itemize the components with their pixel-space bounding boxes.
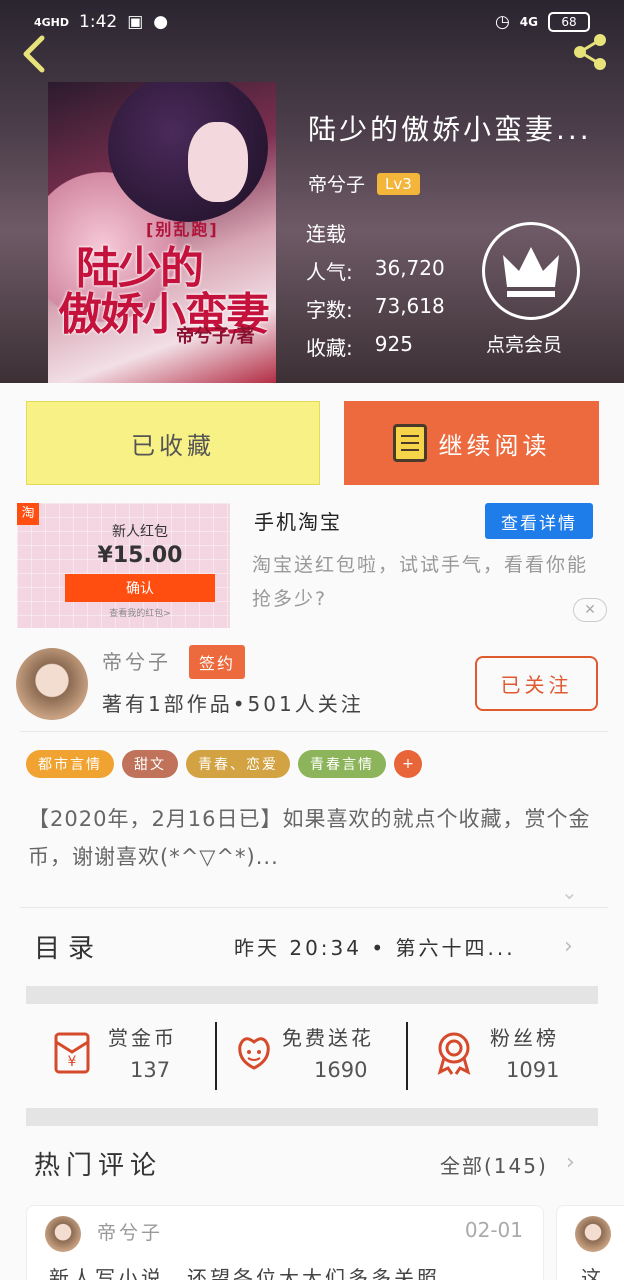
clock: 1:42	[79, 12, 118, 32]
tag-chip[interactable]: 都市言情	[26, 750, 114, 778]
member-label[interactable]: 点亮会员	[486, 330, 562, 357]
share-button[interactable]	[568, 30, 612, 74]
commenter-avatar[interactable]	[45, 1216, 81, 1252]
collected-button[interactable]: 已收藏	[26, 401, 320, 485]
red-packet-card: 新人红包 ¥15.00 确认 查看我的红包>	[65, 521, 215, 619]
all-comments-link[interactable]: 全部(145)	[440, 1150, 548, 1179]
divider	[20, 907, 608, 908]
share-icon	[574, 34, 606, 70]
tag-chip[interactable]: 青春言情	[298, 750, 386, 778]
alarm-icon: ◷	[494, 12, 510, 32]
catalog-label[interactable]: 目录	[34, 928, 102, 965]
back-arrow-icon	[23, 35, 45, 73]
chevron-right-icon[interactable]: ›	[566, 1150, 575, 1175]
comment-card[interactable]: 这	[556, 1205, 624, 1280]
crown-icon	[503, 247, 559, 297]
network-indicator: 4GHD	[34, 15, 70, 29]
signed-badge: 签约	[189, 645, 246, 679]
book-author[interactable]: 帝兮子	[308, 170, 365, 197]
ad-close-button[interactable]: ✕	[573, 598, 607, 622]
status-bar: 4GHD 1:42 ▣ ● ◷ 4G 68	[0, 0, 624, 48]
tag-chip[interactable]: 甜文	[122, 750, 178, 778]
level-badge: Lv3	[377, 172, 420, 195]
qq-icon: ●	[153, 12, 169, 32]
red-envelope-icon: ¥	[54, 1032, 90, 1074]
comment-date: 02-01	[464, 1218, 523, 1242]
hot-comments-title: 热门评论	[34, 1151, 163, 1181]
stat-divider	[215, 1022, 217, 1090]
stat-reward-coins[interactable]: ¥ 赏金币 137	[48, 1022, 238, 1092]
divider	[20, 731, 608, 732]
commenter-name: 帝兮子	[97, 1222, 164, 1244]
taobao-logo: 淘	[17, 503, 39, 525]
catalog-latest-chapter[interactable]: 昨天 20:34 • 第六十四...	[234, 932, 516, 961]
stat-divider	[406, 1022, 408, 1090]
comment-text: 新人写小说，还望各位大大们多多关照	[49, 1266, 440, 1280]
chevron-right-icon[interactable]: ›	[564, 934, 573, 959]
expand-chevron-icon[interactable]: ⌄	[561, 880, 578, 904]
back-button[interactable]	[16, 32, 56, 76]
word-count-row: 字数: 73,618	[306, 294, 445, 322]
author-row: 帝兮子 Lv3	[308, 170, 420, 197]
section-separator	[26, 986, 598, 1004]
author-avatar[interactable]	[16, 648, 88, 720]
commenter-avatar[interactable]	[575, 1216, 611, 1252]
svg-text:¥: ¥	[68, 1054, 77, 1070]
battery-indicator: 68	[548, 12, 590, 32]
stat-fan-ranking[interactable]: 粉丝榜 1091	[430, 1022, 620, 1092]
ad-detail-button[interactable]: 查看详情	[485, 503, 593, 539]
book-title: 陆少的傲娇小蛮妻...	[308, 113, 592, 146]
ad-description: 淘宝送红包啦，试试手气，看看你能抢多少?	[252, 554, 589, 610]
author-name[interactable]: 帝兮子	[102, 646, 171, 675]
comment-text: 这	[581, 1266, 604, 1280]
notification-icon: ▣	[127, 12, 144, 32]
tag-chip[interactable]: 青春、恋爱	[186, 750, 290, 778]
ad-image[interactable]: 淘 新人红包 ¥15.00 确认 查看我的红包>	[17, 503, 230, 628]
add-tag-icon[interactable]: +	[394, 750, 422, 778]
continue-reading-button[interactable]: 继续阅读	[344, 401, 599, 485]
collect-count-row: 收藏: 925	[306, 332, 413, 360]
book-intro[interactable]: 【2020年，2月16日已】如果喜欢的就点个收藏，赏个金币，谢谢喜欢(*^▽^*…	[28, 800, 600, 876]
stat-free-flowers[interactable]: 免费送花 1690	[230, 1022, 420, 1092]
author-meta: 著有1部作品•501人关注	[102, 692, 364, 716]
flower-icon	[238, 1037, 270, 1070]
book-icon	[392, 424, 427, 462]
ad-title[interactable]: 手机淘宝	[254, 506, 342, 535]
book-cover[interactable]: [别乱跑] 陆少的 傲娇小蛮妻 帝兮子/著	[48, 82, 276, 383]
comment-card[interactable]: 帝兮子 02-01 新人写小说，还望各位大大们多多关照	[26, 1205, 544, 1280]
tag-list: 都市言情 甜文 青春、恋爱 青春言情 +	[26, 750, 422, 778]
cover-author: 帝兮子/著	[176, 326, 255, 347]
follow-button[interactable]: 已关注	[475, 656, 598, 711]
book-status: 连载	[306, 222, 346, 246]
section-separator	[26, 1108, 598, 1126]
mobile-network: 4G	[519, 15, 538, 29]
book-header: 4GHD 1:42 ▣ ● ◷ 4G 68 [别乱跑] 陆少的 傲娇小蛮妻 帝兮…	[0, 0, 624, 383]
medal-icon	[437, 1032, 471, 1075]
member-button[interactable]	[482, 222, 580, 320]
popularity-row: 人气: 36,720	[306, 256, 445, 284]
